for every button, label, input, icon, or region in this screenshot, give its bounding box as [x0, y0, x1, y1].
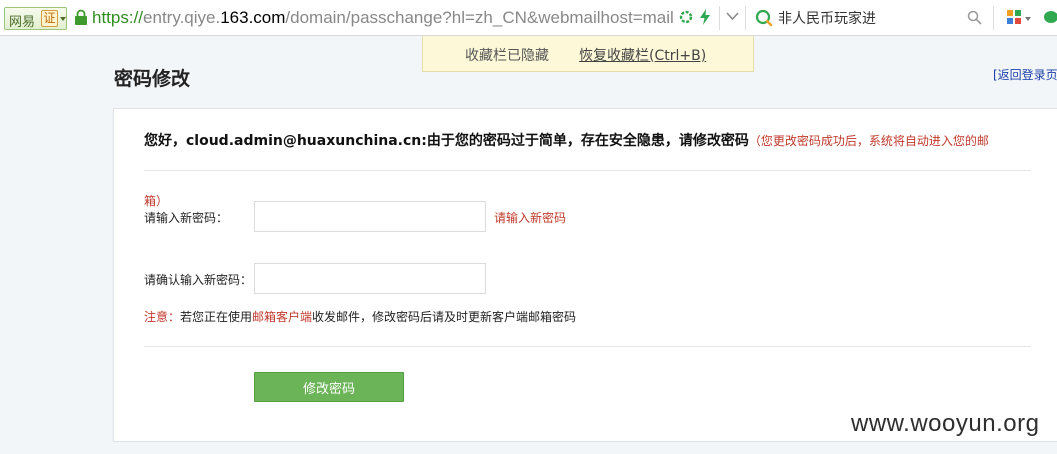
divider: [144, 170, 1031, 171]
confirm-password-label: 请确认输入新密码：: [144, 273, 253, 287]
notice-note: （您更改密码成功后，系统将自动进入您的邮: [748, 134, 989, 148]
new-password-error: 请输入新密码: [494, 211, 567, 225]
favorites-bar-notice: 收藏栏已隐藏 恢复收藏栏(Ctrl+B): [422, 36, 754, 72]
certificate-icon: 证: [41, 10, 58, 27]
restore-favorites-link[interactable]: 恢复收藏栏(Ctrl+B): [579, 45, 706, 65]
notice-note-wrap: 箱）: [144, 194, 169, 208]
divider: [745, 6, 746, 30]
confirm-password-input[interactable]: [254, 263, 486, 294]
divider: [993, 6, 994, 30]
lightning-icon[interactable]: [699, 9, 711, 25]
new-password-label: 请输入新密码：: [144, 211, 229, 225]
chevron-down-icon[interactable]: [726, 11, 739, 21]
caret-down-icon[interactable]: [1025, 17, 1031, 21]
url-host: 163.com: [220, 8, 286, 27]
page-title: 密码修改: [114, 68, 191, 90]
lock-icon: [75, 9, 87, 25]
site-name: 网易: [9, 15, 36, 30]
search-icon[interactable]: [967, 10, 982, 25]
notice-greeting: 您好，cloud.admin@huaxunchina.cn:由于您的密码过于简单…: [144, 133, 749, 149]
url-scheme: https://: [92, 8, 144, 27]
favorites-hidden-message: 收藏栏已隐藏: [465, 48, 549, 64]
apps-icon[interactable]: [1006, 8, 1022, 26]
submit-password-button[interactable]: 修改密码: [254, 372, 404, 402]
site-identity-badge[interactable]: 网易 证: [4, 7, 67, 30]
divider: [144, 346, 1031, 347]
mail-client-link[interactable]: 邮箱客户端: [252, 310, 312, 324]
security-notice: 您好，cloud.admin@huaxunchina.cn:由于您的密码过于简单…: [144, 131, 1014, 151]
divider: [719, 6, 720, 30]
caret-down-icon: [60, 17, 66, 21]
watermark: www.wooyun.org: [851, 410, 1040, 437]
refresh-icon[interactable]: [679, 10, 693, 24]
tip-prefix: 注意：: [144, 310, 181, 324]
new-password-input[interactable]: [254, 201, 486, 232]
search-input[interactable]: [778, 7, 963, 29]
back-to-login-link[interactable]: [返回登录页: [993, 66, 1057, 83]
url-prefix: entry.qiye.: [143, 8, 221, 27]
url-path: /domain/passchange?hl=zh_CN&webmailhost=…: [285, 8, 674, 27]
tip-text-b: 收发邮件，修改密码后请及时更新客户端邮箱密码: [312, 310, 577, 324]
search-engine-icon[interactable]: [754, 8, 774, 28]
tip-text-a: 若您正在使用: [180, 310, 253, 324]
url-field[interactable]: https://entry.qiye.163.com/domain/passch…: [92, 8, 674, 28]
wechat-icon[interactable]: [1043, 8, 1057, 26]
client-tip: 注意：若您正在使用邮箱客户端收发邮件，修改密码后请及时更新客户端邮箱密码: [144, 308, 576, 325]
browser-address-bar: 网易 证 https://entry.qiye.163.com/domain/p…: [0, 0, 1057, 36]
